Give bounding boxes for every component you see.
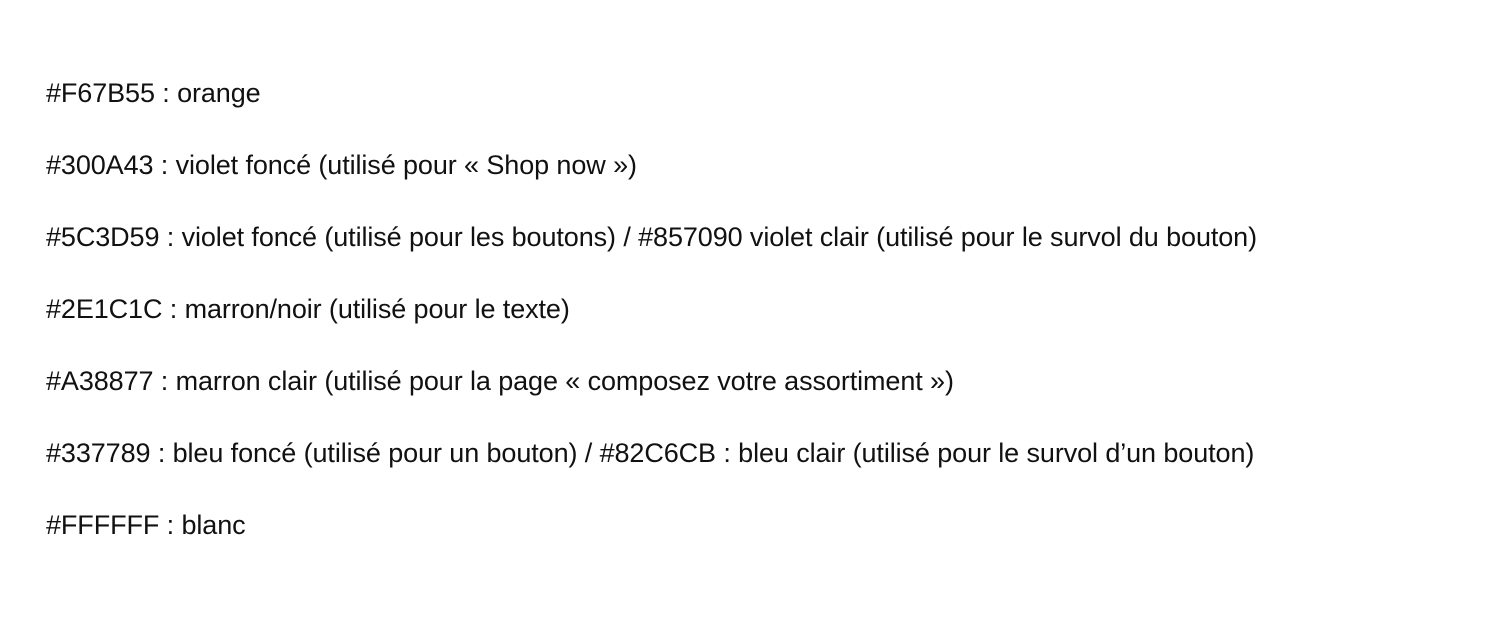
color-line-orange: #F67B55 : orange — [46, 78, 261, 108]
color-line-text-brown: #2E1C1C : marron/noir (utilisé pour le t… — [46, 294, 570, 324]
color-line-button-violets: #5C3D59 : violet foncé (utilisé pour les… — [46, 222, 1257, 252]
color-line-dark-violet-shop-now: #300A43 : violet foncé (utilisé pour « S… — [46, 150, 637, 180]
color-line-white: #FFFFFF : blanc — [46, 510, 246, 540]
color-palette-list: #F67B55 : orange #300A43 : violet foncé … — [46, 74, 1466, 578]
color-line-light-brown: #A38877 : marron clair (utilisé pour la … — [46, 366, 954, 396]
color-line-button-blues: #337789 : bleu foncé (utilisé pour un bo… — [46, 438, 1255, 468]
